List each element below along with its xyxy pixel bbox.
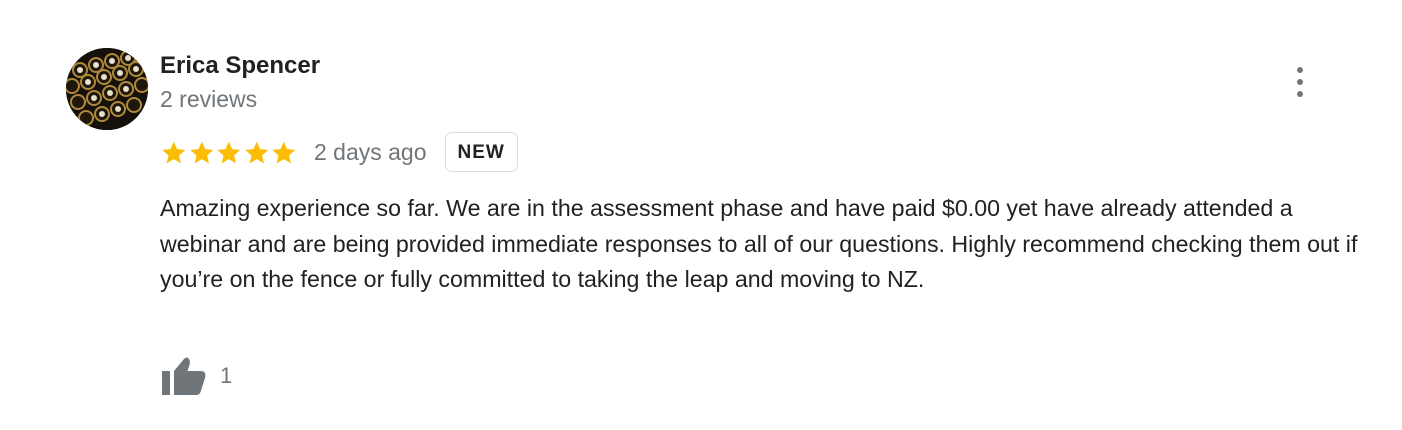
reviewer-avatar[interactable] [66, 48, 148, 130]
more-vert-icon [1297, 67, 1303, 73]
reviewer-name[interactable]: Erica Spencer [160, 50, 320, 82]
star-icon [189, 141, 213, 163]
typewriter-keys-image [66, 48, 148, 130]
review-card: Erica Spencer 2 reviews 2 days ago NEW A… [0, 0, 1402, 430]
star-icon [217, 141, 241, 163]
reviewer-review-count[interactable]: 2 reviews [160, 84, 257, 114]
more-options-button[interactable] [1284, 62, 1316, 102]
star-rating [160, 139, 298, 166]
review-meta: 2 days ago NEW [160, 130, 518, 174]
review-text: Amazing experience so far. We are in the… [160, 195, 1358, 292]
like-button[interactable]: 1 [160, 356, 232, 396]
new-badge: NEW [444, 132, 518, 172]
more-vert-icon-dot [1297, 91, 1303, 97]
like-count: 1 [220, 363, 233, 388]
star-icon [272, 141, 296, 163]
star-icon [245, 141, 269, 163]
more-vert-icon-dot [1297, 79, 1303, 85]
review-date: 2 days ago [313, 138, 427, 165]
thumbs-up-icon [162, 357, 206, 395]
star-icon [162, 141, 186, 163]
